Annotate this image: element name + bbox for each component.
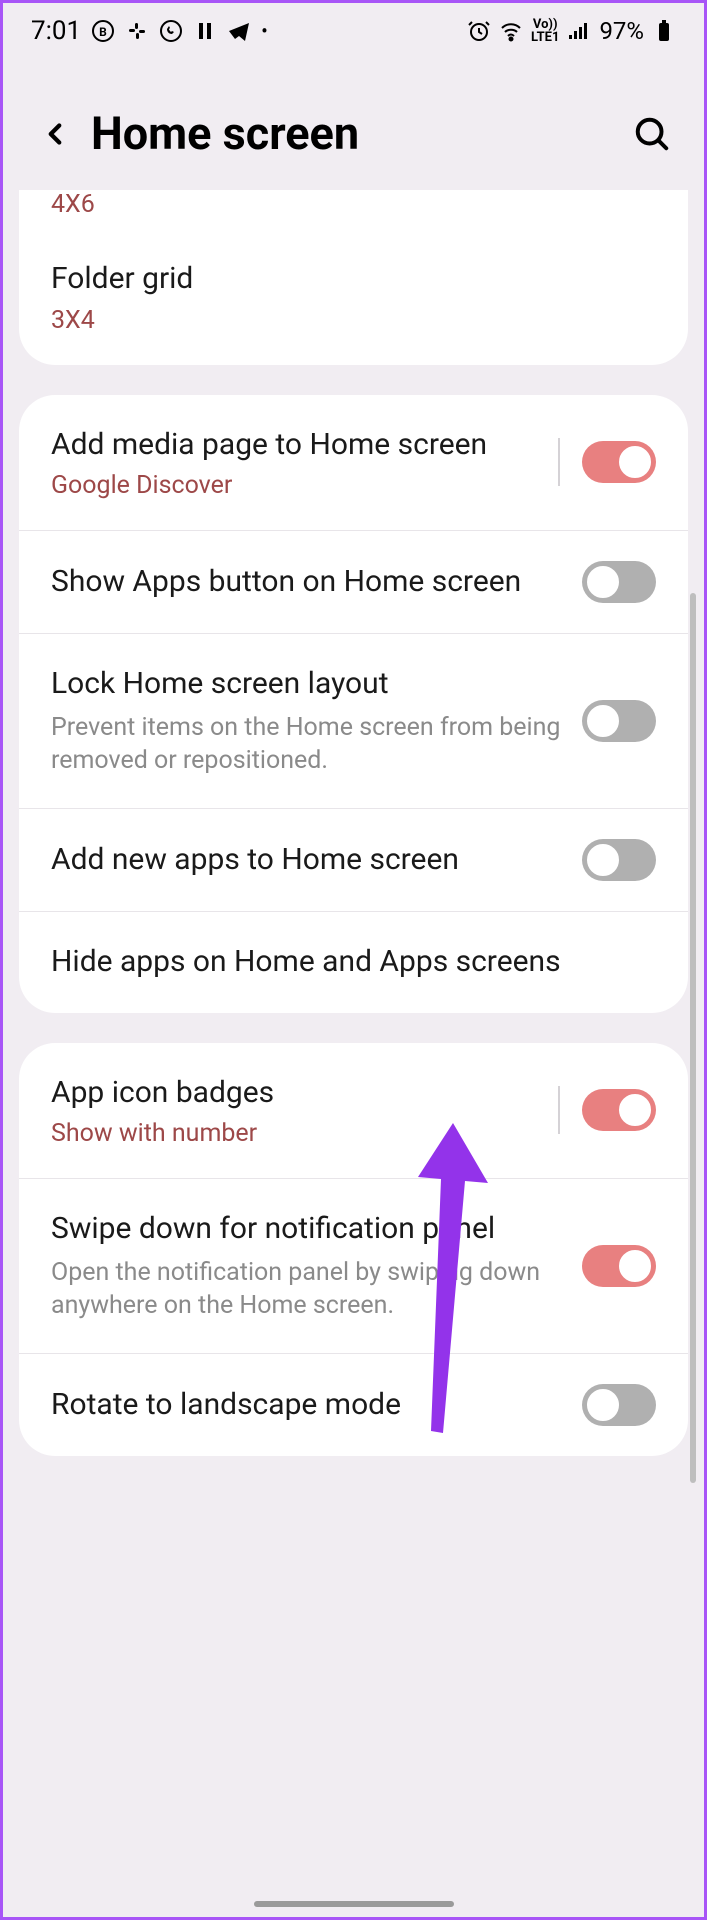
slack-icon xyxy=(125,19,149,43)
battery-percent: 97% xyxy=(599,17,644,45)
hide-apps-title: Hide apps on Home and Apps screens xyxy=(51,942,636,983)
status-bar: 7:01 B • Vo))LTE1 97% xyxy=(3,3,704,59)
folder-grid-item[interactable]: Folder grid 3X4 xyxy=(19,229,688,365)
volte-icon: Vo))LTE1 xyxy=(531,18,559,44)
media-page-subtitle: Google Discover xyxy=(51,471,538,500)
toggle-divider xyxy=(558,438,560,486)
svg-text:B: B xyxy=(99,25,107,39)
page-title: Home screen xyxy=(91,107,616,160)
icon-badges-item[interactable]: App icon badges Show with number xyxy=(19,1043,688,1180)
search-button[interactable] xyxy=(630,112,674,156)
folder-grid-value: 3X4 xyxy=(51,306,636,335)
icon-badges-title: App icon badges xyxy=(51,1073,538,1114)
swipe-down-toggle[interactable] xyxy=(582,1245,656,1287)
apps-button-toggle[interactable] xyxy=(582,561,656,603)
signal-icon xyxy=(567,19,591,43)
header: Home screen xyxy=(3,59,704,190)
status-time: 7:01 xyxy=(31,16,81,46)
swipe-down-title: Swipe down for notification panel xyxy=(51,1209,562,1250)
media-page-toggle[interactable] xyxy=(582,441,656,483)
pause-icon xyxy=(193,19,217,43)
wifi-icon xyxy=(499,19,523,43)
hide-apps-item[interactable]: Hide apps on Home and Apps screens xyxy=(19,912,688,1013)
status-right: Vo))LTE1 97% xyxy=(467,17,676,45)
icon-badges-subtitle: Show with number xyxy=(51,1119,538,1148)
toggle-divider xyxy=(558,1086,560,1134)
apps-button-title: Show Apps button on Home screen xyxy=(51,562,562,603)
add-new-apps-title: Add new apps to Home screen xyxy=(51,840,562,881)
chevron-left-icon xyxy=(38,117,72,151)
swipe-down-item[interactable]: Swipe down for notification panel Open t… xyxy=(19,1179,688,1354)
icon-badges-toggle[interactable] xyxy=(582,1089,656,1131)
alarm-icon xyxy=(467,19,491,43)
home-indicator[interactable] xyxy=(254,1901,454,1907)
scrollbar[interactable] xyxy=(690,593,696,1483)
lock-layout-title: Lock Home screen layout xyxy=(51,664,562,705)
settings-group-misc: App icon badges Show with number Swipe d… xyxy=(19,1043,688,1457)
rotate-title: Rotate to landscape mode xyxy=(51,1385,562,1426)
rotate-toggle[interactable] xyxy=(582,1384,656,1426)
status-left: 7:01 B • xyxy=(31,16,268,46)
media-page-title: Add media page to Home screen xyxy=(51,425,538,466)
swipe-down-desc: Open the notification panel by swiping d… xyxy=(51,1256,562,1324)
more-indicator-icon: • xyxy=(261,19,268,43)
rotate-item[interactable]: Rotate to landscape mode xyxy=(19,1354,688,1456)
home-grid-value-peek: 4X6 xyxy=(19,190,688,229)
whatsapp-icon xyxy=(159,19,183,43)
search-icon xyxy=(633,115,671,153)
apps-button-item[interactable]: Show Apps button on Home screen xyxy=(19,531,688,634)
lock-layout-item[interactable]: Lock Home screen layout Prevent items on… xyxy=(19,634,688,809)
lock-layout-toggle[interactable] xyxy=(582,700,656,742)
add-new-apps-item[interactable]: Add new apps to Home screen xyxy=(19,809,688,912)
folder-grid-title: Folder grid xyxy=(51,259,636,300)
settings-group-home: Add media page to Home screen Google Dis… xyxy=(19,395,688,1013)
telegram-icon xyxy=(227,19,251,43)
battery-icon xyxy=(652,19,676,43)
settings-group-grid: 4X6 Folder grid 3X4 xyxy=(19,190,688,365)
notification-icon-b: B xyxy=(91,19,115,43)
settings-content[interactable]: 4X6 Folder grid 3X4 Add media page to Ho… xyxy=(3,190,704,1456)
back-button[interactable] xyxy=(33,112,77,156)
media-page-item[interactable]: Add media page to Home screen Google Dis… xyxy=(19,395,688,532)
lock-layout-desc: Prevent items on the Home screen from be… xyxy=(51,711,562,779)
add-new-apps-toggle[interactable] xyxy=(582,839,656,881)
